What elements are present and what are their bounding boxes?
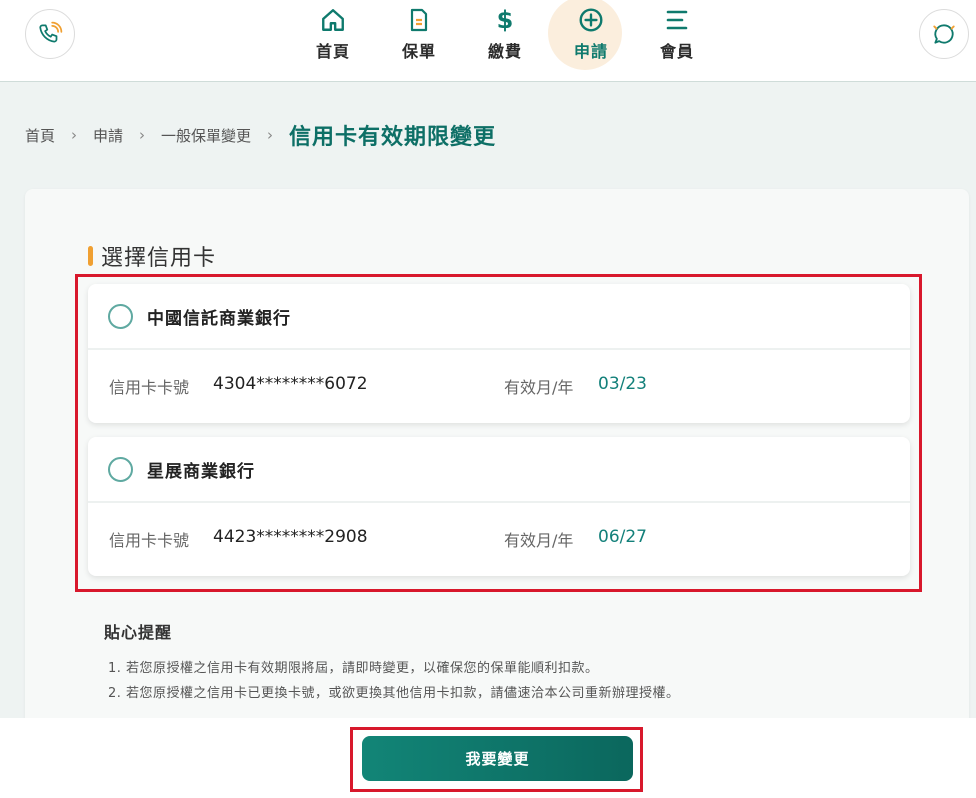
- submit-button-highlight: [350, 727, 643, 792]
- tips-title: 貼心提醒: [104, 623, 173, 642]
- home-icon: [319, 6, 347, 34]
- top-header: 首頁 保單 $ 繳費 申請 會員: [0, 0, 976, 82]
- breadcrumb-home[interactable]: 首頁: [25, 125, 55, 146]
- breadcrumb-policy-change[interactable]: 一般保單變更: [161, 125, 251, 146]
- chevron-right-icon: ›: [139, 126, 146, 144]
- document-icon: [405, 6, 433, 34]
- nav-item-payment[interactable]: $ 繳費: [462, 0, 548, 72]
- nav-item-apply[interactable]: 申請: [548, 0, 634, 72]
- breadcrumb-apply[interactable]: 申請: [93, 125, 123, 146]
- section-accent-bar: [88, 246, 93, 266]
- nav-label: 會員: [659, 42, 694, 61]
- nav-item-member[interactable]: 會員: [634, 0, 720, 72]
- tip-item: 2. 若您原授權之信用卡已更換卡號，或欲更換其他信用卡扣款，請儘速洽本公司重新辦…: [108, 686, 680, 701]
- chevron-right-icon: ›: [267, 126, 274, 144]
- tip-item: 1. 若您原授權之信用卡有效期限將屆，請即時變更，以確保您的保單能順利扣款。: [108, 661, 599, 676]
- card-selection-highlight: [75, 274, 922, 592]
- nav-label: 首頁: [315, 42, 350, 61]
- plus-circle-icon: [577, 6, 605, 34]
- chat-button[interactable]: [919, 9, 969, 59]
- phone-call-button[interactable]: [25, 9, 75, 59]
- chat-bubble-icon: [933, 24, 955, 44]
- nav-item-policy[interactable]: 保單: [376, 0, 462, 72]
- nav-item-home[interactable]: 首頁: [290, 0, 376, 72]
- breadcrumb: 首頁 › 申請 › 一般保單變更 › 信用卡有效期限變更: [25, 118, 496, 152]
- section-title: 選擇信用卡: [101, 246, 217, 271]
- section-header: 選擇信用卡: [88, 240, 216, 272]
- nav-label: 保單: [401, 42, 436, 61]
- nav-label: 申請: [573, 42, 608, 61]
- menu-lines-icon: [663, 6, 691, 34]
- dollar-icon: $: [496, 6, 514, 34]
- phone-call-icon: [39, 21, 63, 43]
- nav-label: 繳費: [487, 42, 522, 61]
- page-title: 信用卡有效期限變更: [289, 125, 497, 150]
- chevron-right-icon: ›: [71, 126, 78, 144]
- main-nav: 首頁 保單 $ 繳費 申請 會員: [290, 0, 720, 82]
